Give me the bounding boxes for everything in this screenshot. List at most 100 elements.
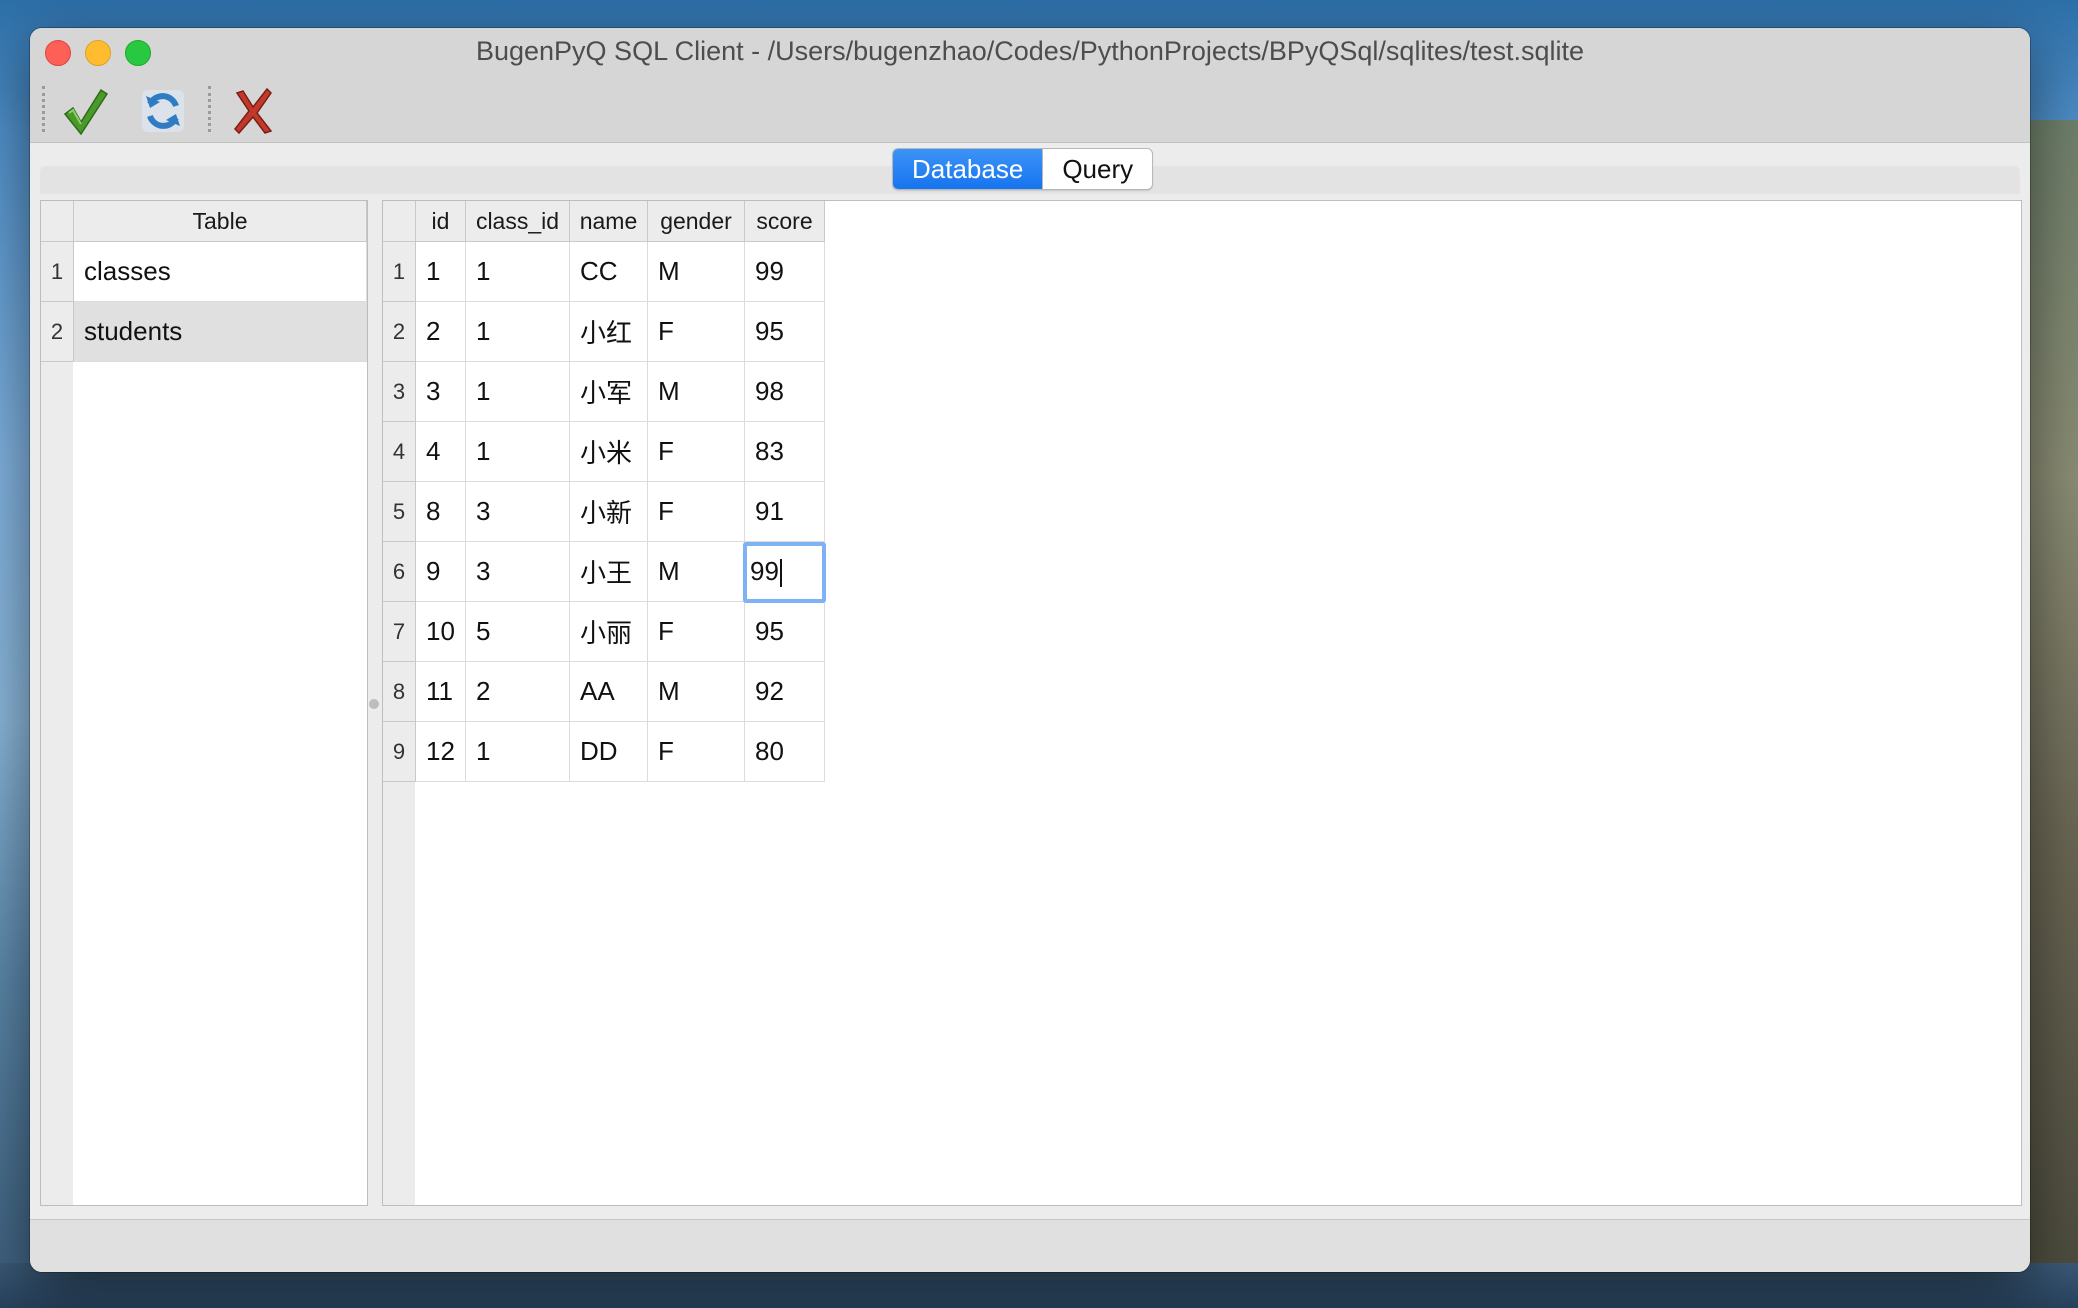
row-number[interactable]: 1 [41, 241, 74, 302]
table-row[interactable]: 4 4 1 小米 F 83 [383, 421, 825, 482]
text-caret [779, 559, 782, 588]
cell-id[interactable]: 10 [415, 601, 466, 662]
cell-score[interactable]: 95 [744, 301, 825, 362]
table-row[interactable]: 5 8 3 小新 F 91 [383, 481, 825, 542]
corner-header [41, 201, 74, 242]
row-number[interactable]: 2 [383, 301, 416, 362]
row-number[interactable]: 8 [383, 661, 416, 722]
cell-gender[interactable]: F [647, 481, 745, 542]
cell-edit-value: 99 [750, 556, 779, 586]
tables-list-view[interactable]: Table 1 classes 2 students [40, 200, 368, 1206]
cell-name[interactable]: 小丽 [569, 601, 648, 662]
column-header-name[interactable]: name [569, 201, 648, 242]
tab-query[interactable]: Query [1042, 149, 1152, 189]
table-row[interactable]: 8 11 2 AA M 92 [383, 661, 825, 722]
tab-database[interactable]: Database [893, 149, 1043, 189]
cell-gender[interactable]: F [647, 721, 745, 782]
table-row[interactable]: 2 2 1 小红 F 95 [383, 301, 825, 362]
cell-name[interactable]: 小米 [569, 421, 648, 482]
cell-gender[interactable]: F [647, 601, 745, 662]
cell-id[interactable]: 12 [415, 721, 466, 782]
tab-row: Database Query [30, 148, 2030, 194]
cell-gender[interactable]: M [647, 241, 745, 302]
delete-button[interactable] [226, 84, 280, 138]
corner-header[interactable] [383, 201, 416, 242]
cell-class-id[interactable]: 1 [465, 421, 570, 482]
column-header-score[interactable]: score [744, 201, 825, 242]
table-row[interactable]: 7 10 5 小丽 F 95 [383, 601, 825, 662]
cell-name[interactable]: AA [569, 661, 648, 722]
cell-score[interactable]: 83 [744, 421, 825, 482]
data-grid-view[interactable]: id class_id name gender score 1 1 1 CC M… [382, 200, 2022, 1206]
row-number[interactable]: 1 [383, 241, 416, 302]
cell-class-id[interactable]: 1 [465, 721, 570, 782]
refresh-icon [142, 90, 184, 132]
column-header-gender[interactable]: gender [647, 201, 745, 242]
toolbar-separator [208, 86, 211, 132]
status-bar [30, 1219, 2030, 1272]
delete-x-icon [234, 87, 273, 135]
cell-gender[interactable]: M [647, 661, 745, 722]
row-number[interactable]: 3 [383, 361, 416, 422]
table-row[interactable]: 1 classes [41, 241, 367, 302]
splitter-handle[interactable] [369, 699, 379, 709]
cell-score[interactable]: 99 [744, 241, 825, 302]
column-header-table[interactable]: Table [73, 201, 367, 242]
row-number[interactable]: 4 [383, 421, 416, 482]
row-number[interactable]: 7 [383, 601, 416, 662]
table-row[interactable]: 3 3 1 小军 M 98 [383, 361, 825, 422]
column-header-id[interactable]: id [415, 201, 466, 242]
cell-id[interactable]: 11 [415, 661, 466, 722]
cell-gender[interactable]: F [647, 421, 745, 482]
cell-name[interactable]: 小新 [569, 481, 648, 542]
cell-class-id[interactable]: 1 [465, 241, 570, 302]
table-name-cell[interactable]: classes [73, 241, 367, 302]
cell-gender[interactable]: M [647, 361, 745, 422]
cell-score[interactable]: 92 [744, 661, 825, 722]
cell-class-id[interactable]: 3 [465, 541, 570, 602]
table-row[interactable]: 6 9 3 小王 M 99 [383, 541, 826, 603]
cell-name[interactable]: 小红 [569, 301, 648, 362]
cell-id[interactable]: 1 [415, 241, 466, 302]
toolbar [30, 80, 2030, 138]
cell-score[interactable]: 80 [744, 721, 825, 782]
row-number[interactable]: 6 [383, 541, 416, 602]
cell-id[interactable]: 3 [415, 361, 466, 422]
column-header-class-id[interactable]: class_id [465, 201, 570, 242]
row-number[interactable]: 2 [41, 301, 74, 362]
cell-name[interactable]: 小军 [569, 361, 648, 422]
commit-button[interactable] [58, 84, 112, 138]
cell-gender[interactable]: M [647, 541, 745, 602]
tab-bar: Database Query [892, 148, 1154, 190]
cell-score[interactable]: 95 [744, 601, 825, 662]
cell-class-id[interactable]: 5 [465, 601, 570, 662]
cell-score[interactable]: 98 [744, 361, 825, 422]
cell-class-id[interactable]: 1 [465, 361, 570, 422]
toolbar-grip[interactable] [42, 86, 45, 132]
cell-class-id[interactable]: 2 [465, 661, 570, 722]
cell-id[interactable]: 9 [415, 541, 466, 602]
cell-class-id[interactable]: 3 [465, 481, 570, 542]
data-grid: id class_id name gender score 1 1 1 CC M… [383, 201, 826, 782]
title-bar: BugenPyQ SQL Client - /Users/bugenzhao/C… [30, 28, 2030, 143]
cell-id[interactable]: 2 [415, 301, 466, 362]
cell-score-editing[interactable]: 99 [743, 541, 826, 603]
table-row[interactable]: 9 12 1 DD F 80 [383, 721, 825, 782]
cell-id[interactable]: 4 [415, 421, 466, 482]
cell-edit-input[interactable]: 99 [743, 542, 826, 603]
refresh-button[interactable] [136, 84, 190, 138]
cell-id[interactable]: 8 [415, 481, 466, 542]
cell-class-id[interactable]: 1 [465, 301, 570, 362]
table-name-cell[interactable]: students [73, 301, 367, 362]
cell-score[interactable]: 91 [744, 481, 825, 542]
cell-name[interactable]: 小王 [569, 541, 648, 602]
row-number[interactable]: 5 [383, 481, 416, 542]
cell-name[interactable]: CC [569, 241, 648, 302]
table-row-selected[interactable]: 2 students [41, 301, 367, 362]
window-title: BugenPyQ SQL Client - /Users/bugenzhao/C… [475, 36, 1585, 66]
cell-gender[interactable]: F [647, 301, 745, 362]
app-window: BugenPyQ SQL Client - /Users/bugenzhao/C… [30, 28, 2030, 1272]
row-number[interactable]: 9 [383, 721, 416, 782]
table-row[interactable]: 1 1 1 CC M 99 [383, 241, 825, 302]
cell-name[interactable]: DD [569, 721, 648, 782]
